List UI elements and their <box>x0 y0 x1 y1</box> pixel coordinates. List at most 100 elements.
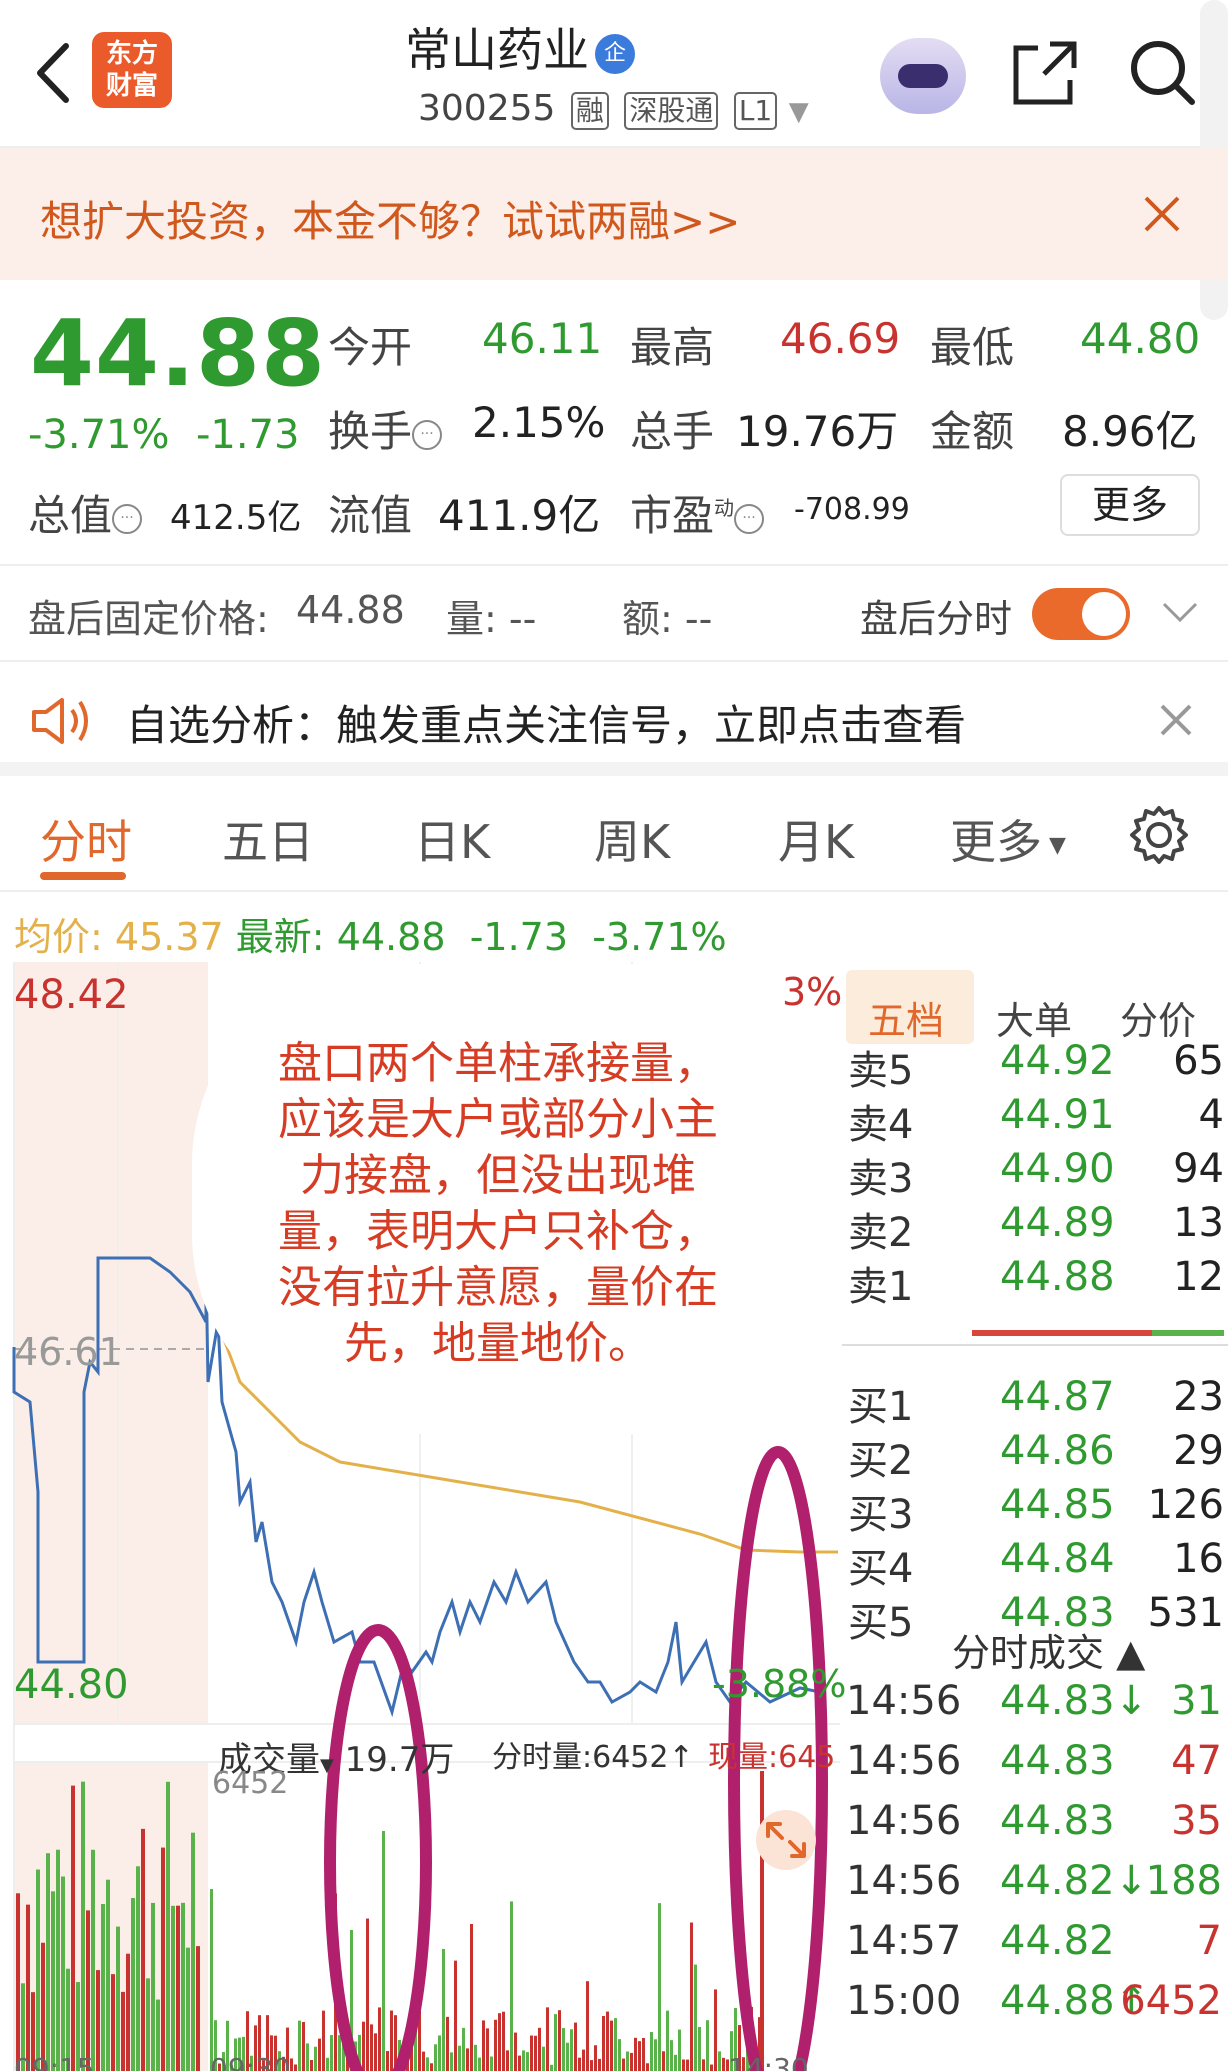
volume-bar <box>666 2010 669 2071</box>
volume-bar <box>382 1831 385 2071</box>
order-level-label: 卖2 <box>848 1210 914 1256</box>
volume-bar <box>538 2027 541 2071</box>
volume-bar <box>714 1989 717 2071</box>
volume-bar <box>462 2027 465 2071</box>
order-level-label: 买3 <box>848 1492 914 1538</box>
volume-bar <box>498 2013 501 2071</box>
ticks-title[interactable]: 分时成交 ▲ <box>952 1622 1145 1677</box>
price-summary-row: 均价: 45.37 最新: 44.88 -1.73 -3.71% <box>14 915 727 959</box>
float-value: 411.9亿 <box>438 491 601 540</box>
order-level-label: 卖3 <box>848 1156 914 1202</box>
more-button[interactable]: 更多 <box>1060 474 1200 536</box>
level-tag: L1 <box>733 92 778 130</box>
after-hours-toggle[interactable] <box>1032 588 1130 640</box>
time-start-label: 09:15 <box>14 2052 95 2071</box>
margin-promo-banner[interactable]: 想扩大投资，本金不够？试试两融>> <box>0 148 1228 280</box>
volume-bar <box>91 1849 95 2071</box>
volume-bar <box>298 2020 301 2071</box>
volume-bar <box>36 1869 40 2071</box>
volume-bar <box>646 2063 649 2071</box>
tab-timeshare[interactable]: 分时 <box>40 806 132 872</box>
info-icon[interactable]: ··· <box>112 503 143 534</box>
volume-bar <box>294 2064 297 2071</box>
dropdown-caret-icon[interactable]: ▼ <box>789 97 809 127</box>
info-icon[interactable]: ··· <box>412 419 443 450</box>
tick-price: 44.83↓ <box>1000 1678 1149 1724</box>
volume-bar <box>602 2015 605 2071</box>
chevron-down-icon[interactable] <box>1160 596 1200 628</box>
alert-text[interactable]: 自选分析：触发重点关注信号，立即点击查看 <box>126 692 966 753</box>
volume-bar <box>390 2010 393 2071</box>
volume-bar <box>374 2033 377 2071</box>
mktcap-label[interactable]: 总值 ··· <box>28 482 143 543</box>
order-volume: 16 <box>1173 1536 1224 1582</box>
watchlist-alert-row[interactable]: 自选分析：触发重点关注信号，立即点击查看 <box>0 660 1228 776</box>
volume-bar <box>682 2059 685 2071</box>
order-price: 44.89 <box>1000 1200 1115 1246</box>
tab-five-day[interactable]: 五日 <box>222 806 314 872</box>
tab-daily-k[interactable]: 日K <box>414 806 490 872</box>
volume-bar <box>386 2051 389 2071</box>
tab-level5[interactable]: 五档 <box>868 990 944 1045</box>
volume-bar <box>306 2043 309 2071</box>
volume-bar <box>131 1898 135 2071</box>
ask-ratio-bar <box>972 1330 1152 1336</box>
volume-bar <box>210 1889 213 2071</box>
high-label: 最高 <box>630 323 715 372</box>
volume-bar <box>478 2057 481 2071</box>
margin-tag: 融 <box>570 92 609 130</box>
tab-monthly-k[interactable]: 月K <box>778 806 854 872</box>
volume-bar <box>61 1876 65 2071</box>
tab-price-distribution[interactable]: 分价 <box>1120 990 1196 1045</box>
order-volume: 65 <box>1173 1038 1224 1084</box>
order-level-label: 卖5 <box>848 1048 914 1094</box>
volume-bar <box>111 1974 115 2071</box>
order-level-label: 买4 <box>848 1546 914 1592</box>
close-icon[interactable] <box>1140 192 1184 236</box>
volume-bar <box>96 1970 100 2071</box>
tick-price: 44.82↓ <box>1000 1858 1149 1904</box>
volume-bar <box>186 1947 190 2071</box>
tab-more[interactable]: 更多 ▼ <box>950 806 1066 872</box>
volume-bar <box>466 2048 469 2071</box>
stock-code-row[interactable]: 300255 融 深股通 L1 ▼ <box>418 88 809 130</box>
volume-bar <box>136 1866 140 2071</box>
volume-bar <box>322 2010 325 2071</box>
tab-big-orders[interactable]: 大单 <box>996 990 1072 1045</box>
assistant-robot-icon[interactable] <box>880 38 966 114</box>
turnover-label[interactable]: 换手 ··· <box>328 398 443 459</box>
tick-volume: 31 <box>1171 1678 1222 1724</box>
amount-label: 金额 <box>930 407 1015 456</box>
volume-bar <box>634 2037 637 2071</box>
volume-bar <box>338 2035 341 2071</box>
volume-bar <box>570 2029 573 2071</box>
volume-bar <box>101 1904 105 2071</box>
promo-text[interactable]: 想扩大投资，本金不够？试试两融>> <box>40 188 740 249</box>
volume-bar <box>81 1781 85 2071</box>
volume-bar <box>166 1781 170 2071</box>
volume-label: 总手 <box>630 407 715 456</box>
volume-bar <box>422 2051 425 2071</box>
expand-icon[interactable] <box>756 1810 816 1870</box>
volume-bar <box>678 2029 681 2071</box>
tick-volume: 188 <box>1145 1858 1222 1904</box>
speaker-icon <box>32 698 88 744</box>
search-icon[interactable] <box>1126 36 1198 108</box>
volume-bar <box>146 1978 150 2071</box>
close-icon[interactable] <box>1158 702 1194 738</box>
volume-bar <box>482 2020 485 2071</box>
share-icon[interactable] <box>1010 38 1080 108</box>
volume-bar <box>370 2024 373 2071</box>
back-icon[interactable] <box>30 38 80 108</box>
volume-bar <box>366 1918 369 2071</box>
volume-bar <box>690 1922 693 2071</box>
gear-icon[interactable] <box>1128 804 1190 866</box>
stock-name[interactable]: 常山药业企 <box>300 14 740 80</box>
volume-bar <box>191 1832 195 2071</box>
volume-bar <box>126 1953 130 2071</box>
info-icon[interactable]: ··· <box>734 503 765 534</box>
tick-price: 44.83 <box>1000 1738 1115 1784</box>
tick-volume: 7 <box>1196 1918 1222 1964</box>
tab-weekly-k[interactable]: 周K <box>594 806 670 872</box>
pe-label[interactable]: 市盈动 ··· <box>630 482 765 543</box>
